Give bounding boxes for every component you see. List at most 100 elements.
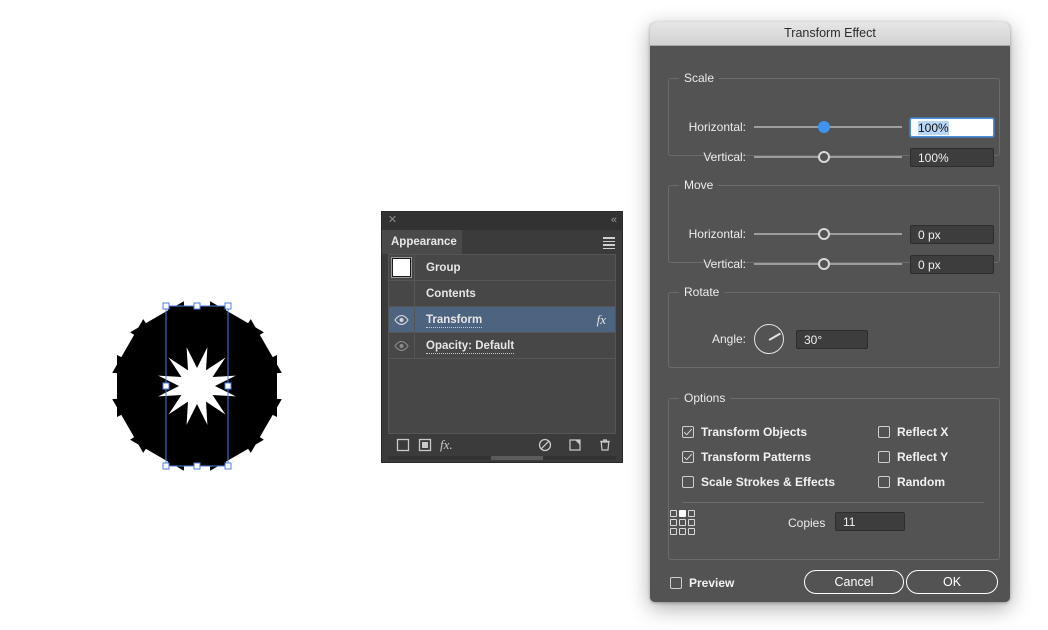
table-row[interactable]: Contents bbox=[389, 281, 615, 307]
panel-menu-icon[interactable] bbox=[603, 237, 615, 250]
move-horizontal-row: Horizontal: 0 px bbox=[668, 224, 994, 244]
grid-cell-middle-left[interactable] bbox=[670, 519, 677, 526]
visibility-cell[interactable] bbox=[389, 333, 415, 358]
checkbox-box[interactable] bbox=[682, 451, 694, 463]
checkbox-transform-objects[interactable]: Transform Objects bbox=[682, 425, 807, 439]
move-vertical-label: Vertical: bbox=[703, 257, 746, 271]
appearance-row-label: Group bbox=[426, 261, 461, 274]
rotate-angle-label: Angle: bbox=[711, 332, 746, 346]
fx-icon[interactable]: fx bbox=[597, 312, 615, 328]
visibility-cell bbox=[389, 281, 415, 306]
angle-dial-icon[interactable] bbox=[754, 324, 784, 354]
rotate-angle-row: Angle: 30° bbox=[668, 324, 868, 354]
grid-cell-top-right[interactable] bbox=[688, 510, 695, 517]
tab-appearance[interactable]: Appearance bbox=[382, 230, 462, 254]
checkbox-box[interactable] bbox=[878, 451, 890, 463]
add-new-stroke-icon[interactable] bbox=[396, 438, 410, 452]
scale-horizontal-row: Horizontal: 100% bbox=[668, 117, 994, 137]
appearance-empty-area bbox=[389, 359, 615, 437]
table-row[interactable]: Transform fx bbox=[389, 307, 615, 333]
checkbox-box[interactable] bbox=[682, 426, 694, 438]
illustrator-transform-effect-screen: ✕ « Appearance Group Contents Transform … bbox=[0, 0, 1048, 630]
appearance-row-label: Transform bbox=[426, 313, 483, 328]
appearance-panel[interactable]: ✕ « Appearance Group Contents Transform … bbox=[382, 212, 622, 462]
visibility-cell[interactable] bbox=[389, 307, 415, 332]
checkbox-label: Transform Patterns bbox=[701, 450, 812, 464]
dialog-title: Transform Effect bbox=[650, 22, 1010, 46]
checkbox-box[interactable] bbox=[682, 476, 694, 488]
grid-cell-bottom-center[interactable] bbox=[679, 528, 686, 535]
checkbox-box[interactable] bbox=[878, 476, 890, 488]
checkbox-transform-patterns[interactable]: Transform Patterns bbox=[682, 450, 811, 464]
table-row[interactable]: Group bbox=[389, 255, 615, 281]
artwork-triangles-radial bbox=[112, 301, 282, 471]
duplicate-item-icon[interactable] bbox=[568, 438, 582, 452]
triangle-group bbox=[112, 301, 282, 471]
close-icon[interactable]: ✕ bbox=[387, 215, 398, 226]
scale-horizontal-slider[interactable] bbox=[754, 117, 902, 137]
white-fill-swatch[interactable] bbox=[392, 258, 411, 277]
options-divider bbox=[682, 502, 984, 503]
cancel-button[interactable]: Cancel bbox=[804, 570, 904, 594]
checkbox-label: Scale Strokes & Effects bbox=[701, 475, 836, 489]
add-new-fill-icon[interactable] bbox=[418, 438, 432, 452]
panel-tab-row: Appearance bbox=[382, 230, 622, 254]
copies-label: Copies bbox=[788, 516, 826, 530]
fill-swatch-cell[interactable] bbox=[389, 255, 415, 280]
panel-scrollbar[interactable] bbox=[388, 456, 616, 460]
angle-dial-needle bbox=[768, 332, 781, 341]
rotate-angle-input[interactable]: 30° bbox=[796, 329, 868, 349]
move-group-label: Move bbox=[679, 178, 719, 192]
checkbox-random[interactable]: Random bbox=[878, 475, 945, 489]
artboard-canvas[interactable] bbox=[0, 0, 400, 630]
grid-cell-top-center[interactable] bbox=[679, 510, 686, 517]
copies-input[interactable]: 11 bbox=[835, 512, 905, 531]
move-horizontal-input[interactable]: 0 px bbox=[910, 224, 994, 244]
eye-icon[interactable] bbox=[394, 340, 409, 351]
move-horizontal-label: Horizontal: bbox=[688, 227, 746, 241]
grid-cell-center[interactable] bbox=[679, 519, 686, 526]
scale-horizontal-label: Horizontal: bbox=[688, 120, 746, 134]
move-vertical-input[interactable]: 0 px bbox=[910, 254, 994, 274]
add-new-effect-icon[interactable]: fx. bbox=[440, 438, 454, 452]
transform-effect-dialog: Transform Effect Scale Horizontal: 100% … bbox=[650, 22, 1010, 602]
slider-knob[interactable] bbox=[818, 258, 830, 270]
grid-cell-bottom-left[interactable] bbox=[670, 528, 677, 535]
slider-knob[interactable] bbox=[818, 228, 830, 240]
panel-titlebar: ✕ « bbox=[382, 212, 622, 230]
checkbox-reflect-x[interactable]: Reflect X bbox=[878, 425, 948, 439]
slider-knob[interactable] bbox=[818, 121, 830, 133]
checkbox-label: Reflect X bbox=[897, 425, 949, 439]
table-row[interactable]: Opacity: Default bbox=[389, 333, 615, 359]
checkbox-box[interactable] bbox=[878, 426, 890, 438]
dialog-body: Scale Horizontal: 100% Vertical: 100% Mo… bbox=[650, 46, 1010, 602]
eye-icon[interactable] bbox=[394, 314, 409, 325]
collapse-icon[interactable]: « bbox=[611, 214, 617, 226]
slider-knob[interactable] bbox=[818, 151, 830, 163]
scale-group-label: Scale bbox=[679, 71, 720, 85]
checkbox-label: Reflect Y bbox=[897, 450, 949, 464]
clear-appearance-icon[interactable] bbox=[538, 438, 552, 452]
appearance-panel-footer: fx. bbox=[388, 434, 616, 456]
scale-horizontal-input[interactable]: 100% bbox=[910, 117, 994, 137]
delete-item-icon[interactable] bbox=[598, 438, 612, 452]
checkbox-scale-strokes-effects[interactable]: Scale Strokes & Effects bbox=[682, 475, 835, 489]
checkbox-label: Preview bbox=[689, 576, 735, 590]
grid-cell-top-left[interactable] bbox=[670, 510, 677, 517]
grid-cell-middle-right[interactable] bbox=[688, 519, 695, 526]
move-vertical-slider[interactable] bbox=[754, 254, 902, 274]
scale-vertical-input[interactable]: 100% bbox=[910, 147, 994, 167]
move-horizontal-slider[interactable] bbox=[754, 224, 902, 244]
move-vertical-row: Vertical: 0 px bbox=[668, 254, 994, 274]
scale-vertical-label: Vertical: bbox=[703, 150, 746, 164]
scale-vertical-row: Vertical: 100% bbox=[668, 147, 994, 167]
scale-vertical-slider[interactable] bbox=[754, 147, 902, 167]
nine-point-grid-icon[interactable] bbox=[670, 510, 696, 536]
checkbox-preview[interactable]: Preview bbox=[670, 576, 734, 590]
ok-button[interactable]: OK bbox=[906, 570, 998, 594]
checkbox-label: Transform Objects bbox=[701, 425, 808, 439]
checkbox-label: Random bbox=[897, 475, 945, 489]
checkbox-box[interactable] bbox=[670, 577, 682, 589]
grid-cell-bottom-right[interactable] bbox=[688, 528, 695, 535]
checkbox-reflect-y[interactable]: Reflect Y bbox=[878, 450, 948, 464]
